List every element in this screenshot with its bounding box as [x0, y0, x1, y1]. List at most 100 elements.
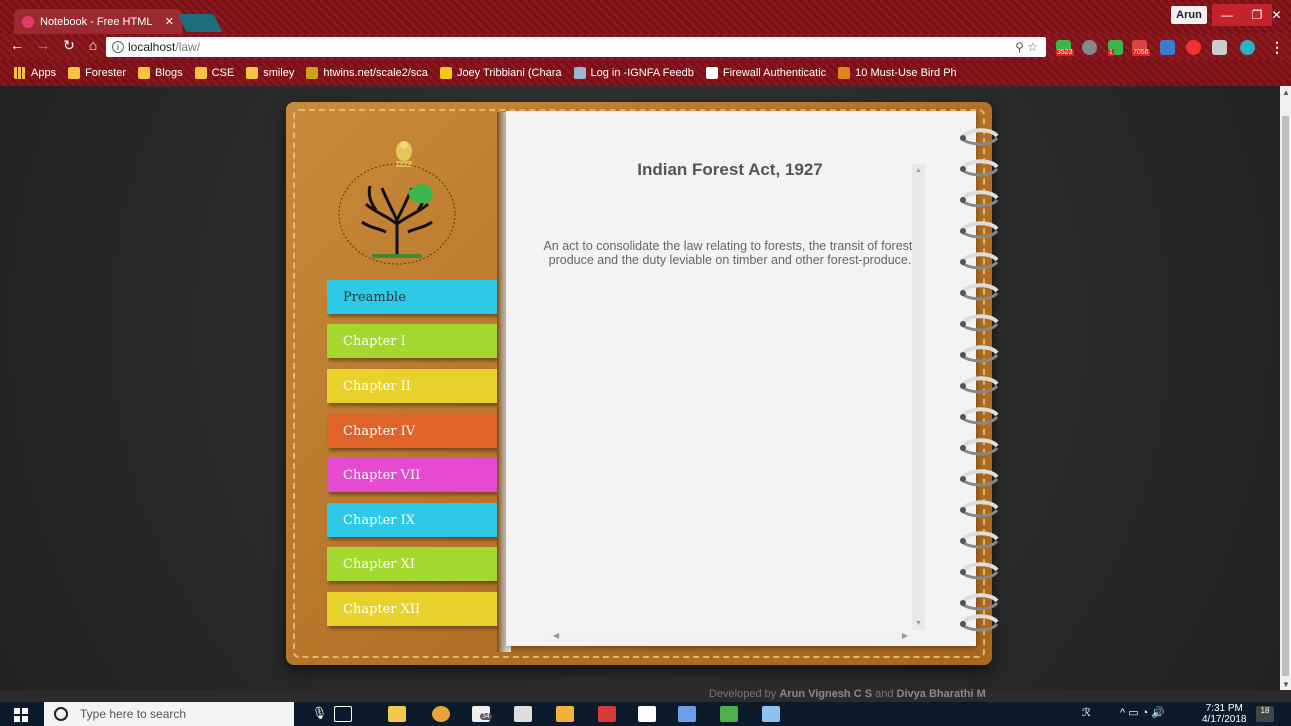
bookmark-label: Forester: [85, 67, 127, 79]
extension-2-badge: 1: [1108, 49, 1114, 56]
bookmark-firewall[interactable]: Firewall Authenticatic: [705, 67, 826, 79]
page-icon: [573, 67, 586, 79]
scroll-down-icon[interactable]: ▼: [1282, 680, 1290, 689]
taskbar-search[interactable]: Type here to search: [44, 702, 294, 726]
bookmarks-bar: Apps Forester Blogs CSE smiley htwins.ne…: [0, 60, 1291, 86]
home-icon[interactable]: ⌂: [84, 37, 102, 53]
content-horizontal-scrollbar[interactable]: ◀ ▶: [543, 630, 912, 643]
windows-start-icon[interactable]: [14, 708, 28, 722]
extension-2-icon[interactable]: 1: [1108, 40, 1123, 56]
cortana-icon: [54, 707, 68, 721]
tab-chapter-i[interactable]: Chapter I: [327, 324, 503, 358]
back-icon[interactable]: ←: [8, 37, 26, 53]
notifications-icon[interactable]: 18: [1256, 706, 1274, 722]
bookmark-ignfa[interactable]: Log in -IGNFA Feedb: [573, 67, 694, 79]
page-scrollbar-thumb[interactable]: [1282, 116, 1289, 676]
content-scroll-up-icon[interactable]: ▲: [915, 167, 922, 174]
task-view-icon[interactable]: [334, 706, 352, 722]
folder-icon: [138, 67, 151, 79]
chrome-taskbar-icon[interactable]: [432, 706, 450, 722]
tab-close-icon[interactable]: ✕: [165, 15, 174, 28]
pinned-app-badge: 34: [480, 713, 492, 720]
people-icon[interactable]: ℛ: [1082, 706, 1091, 719]
bookmark-label: Joey Tribbiani (Chara: [456, 67, 562, 79]
url-host: localhost: [128, 40, 176, 54]
bookmark-htwins[interactable]: htwins.net/scale2/sca: [306, 67, 428, 79]
search-placeholder: Type here to search: [80, 707, 187, 721]
address-bar[interactable]: i localhost/law/ ⚲ ☆: [106, 37, 1046, 57]
acrobat-icon[interactable]: [598, 706, 616, 722]
credit-prefix: Developed by: [709, 688, 777, 700]
tray-icons[interactable]: ^ ▭ ◔ 🔊: [1120, 706, 1165, 719]
taskbar-clock[interactable]: 7:31 PM 4/17/2018: [1202, 703, 1247, 725]
close-icon[interactable]: ✕: [1262, 4, 1291, 26]
gmail-extension-badge: 7056: [1132, 49, 1150, 56]
gmail-extension-icon[interactable]: 7056: [1132, 40, 1150, 56]
app-icon-3[interactable]: [762, 706, 780, 722]
credit-author-1: Arun Vignesh C S: [779, 688, 873, 700]
folder-icon: [194, 67, 207, 79]
spiral-ring-icon: [958, 128, 999, 632]
bookmark-bird[interactable]: 10 Must-Use Bird Ph: [838, 67, 957, 79]
clock-date: 4/17/2018: [1202, 714, 1247, 725]
app-icon[interactable]: [514, 706, 532, 722]
content-scrollbar[interactable]: ▲ ▼: [912, 164, 925, 630]
bookmark-blogs[interactable]: Blogs: [138, 67, 183, 79]
pinned-app-icon[interactable]: 34: [472, 706, 492, 722]
scroll-left-icon[interactable]: ◀: [553, 631, 559, 640]
extension-pocket-icon[interactable]: [1082, 40, 1097, 55]
bookmark-smiley[interactable]: smiley: [246, 67, 294, 79]
tab-preamble[interactable]: Preamble: [327, 280, 503, 314]
tab-chapter-vii[interactable]: Chapter VII: [327, 458, 499, 492]
tab-chapter-iv[interactable]: Chapter IV: [327, 414, 499, 448]
reload-icon[interactable]: ↻: [60, 37, 78, 54]
forward-icon[interactable]: →: [34, 37, 52, 53]
profile-button[interactable]: Arun: [1171, 6, 1207, 24]
bookmark-label: htwins.net/scale2/sca: [323, 67, 428, 79]
chrome-menu-icon[interactable]: ⋮: [1270, 39, 1284, 56]
site-icon: [838, 67, 851, 79]
credit-author-2: Divya Bharathi M: [896, 688, 986, 700]
scroll-right-icon[interactable]: ▶: [902, 631, 908, 640]
zoom-and-star-icons[interactable]: ⚲ ☆: [1015, 40, 1038, 54]
google-icon[interactable]: [638, 706, 656, 722]
extension-6-icon[interactable]: [1240, 40, 1255, 55]
word-icon[interactable]: [678, 706, 696, 722]
bookmark-label: CSE: [211, 67, 235, 79]
minimize-icon[interactable]: —: [1212, 4, 1242, 26]
imdb-icon: [439, 67, 452, 79]
tab-favicon-icon: [22, 15, 34, 28]
bookmark-label: Log in -IGNFA Feedb: [590, 67, 694, 79]
notifications-count: 18: [1260, 706, 1270, 715]
bookmark-apps[interactable]: Apps: [14, 67, 56, 79]
page-scrollbar[interactable]: [1280, 86, 1291, 690]
bookmark-label: 10 Must-Use Bird Ph: [855, 67, 957, 79]
extension-5-icon[interactable]: [1212, 40, 1227, 55]
extension-3-icon[interactable]: [1160, 40, 1175, 55]
extension-1-icon[interactable]: 3523: [1056, 40, 1074, 56]
new-tab-button[interactable]: [177, 14, 223, 32]
bookmark-cse[interactable]: CSE: [194, 67, 235, 79]
bookmark-joey[interactable]: Joey Tribbiani (Chara: [439, 67, 562, 79]
apps-grid-icon: [14, 67, 26, 79]
tab-chapter-xii[interactable]: Chapter XII: [327, 592, 503, 626]
app-icon-2[interactable]: [720, 706, 738, 722]
toolbar: ← → ↻ ⌂ i localhost/law/ ⚲ ☆ 3523 1 7056: [0, 34, 1291, 60]
content-scroll-down-icon[interactable]: ▼: [915, 620, 922, 627]
tab-chapter-ii[interactable]: Chapter II: [327, 369, 503, 403]
browser-tab[interactable]: Notebook - Free HTML ✕: [14, 9, 182, 34]
tab-chapter-ix[interactable]: Chapter IX: [327, 503, 503, 537]
scroll-up-icon[interactable]: ▲: [1282, 88, 1290, 97]
folder-icon: [68, 67, 81, 79]
notebook-page: [506, 111, 976, 646]
site-info-icon[interactable]: i: [112, 41, 124, 53]
microphone-icon[interactable]: 🎙: [312, 706, 330, 722]
tab-chapter-xi[interactable]: Chapter XI: [327, 547, 503, 581]
developer-credit: Developed by Arun Vignesh C S and Divya …: [709, 688, 986, 700]
extension-4-icon[interactable]: [1186, 40, 1201, 55]
store-icon[interactable]: [556, 706, 574, 722]
file-explorer-icon[interactable]: [388, 706, 406, 722]
page-description: An act to consolidate the law relating t…: [543, 239, 917, 267]
bookmark-forester[interactable]: Forester: [68, 67, 126, 79]
page-title: Indian Forest Act, 1927: [637, 160, 823, 179]
